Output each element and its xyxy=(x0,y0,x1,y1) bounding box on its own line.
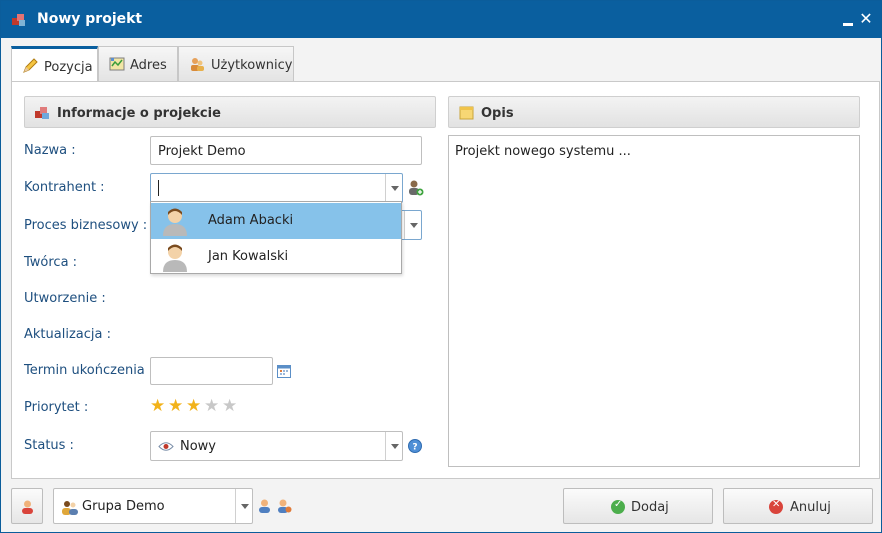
group-combo[interactable]: Grupa Demo xyxy=(53,488,253,524)
name-field[interactable]: Projekt Demo xyxy=(150,136,422,165)
description-header: Opis xyxy=(448,96,860,128)
window-title: Nowy projekt xyxy=(37,11,143,27)
contractor-dropdown-list: Adam Abacki Jan Kowalski xyxy=(150,201,402,274)
name-value: Projekt Demo xyxy=(158,144,246,159)
project-info-title: Informacje o projekcie xyxy=(57,106,221,121)
star-icon-2[interactable]: ★ xyxy=(168,398,183,415)
minimize-button[interactable] xyxy=(843,23,853,26)
group-icon xyxy=(62,501,78,515)
business-process-dropdown-arrow[interactable] xyxy=(404,211,421,239)
name-label: Nazwa : xyxy=(24,143,76,158)
status-combo[interactable]: Nowy xyxy=(150,431,403,461)
tab-address[interactable]: Adres xyxy=(98,46,178,82)
user-blue-icon[interactable] xyxy=(257,498,272,513)
star-icon-1[interactable]: ★ xyxy=(150,398,165,415)
status-value: Nowy xyxy=(180,439,217,454)
description-title: Opis xyxy=(481,106,514,121)
cancel-button-label: Anuluj xyxy=(790,500,831,515)
add-contractor-icon[interactable] xyxy=(407,179,424,196)
add-button-label: Dodaj xyxy=(631,500,669,515)
dropdown-option-label: Adam Abacki xyxy=(208,213,294,228)
dropdown-option-adam-abacki[interactable]: Adam Abacki xyxy=(151,203,401,239)
author-label: Twórca : xyxy=(24,255,78,270)
help-icon[interactable]: ? xyxy=(408,439,422,453)
cancel-glyph: ✕ xyxy=(772,499,781,510)
created-label: Utworzenie : xyxy=(24,291,106,306)
updated-label: Aktualizacja : xyxy=(24,327,111,342)
description-textarea[interactable]: Projekt nowego systemu ... xyxy=(448,135,860,467)
priority-label: Priorytet : xyxy=(24,400,89,415)
tab-address-label: Adres xyxy=(130,58,167,73)
pencil-icon xyxy=(23,58,38,73)
description-text: Projekt nowego systemu ... xyxy=(455,144,631,159)
tab-position-label: Pozycja xyxy=(44,60,93,75)
status-label: Status : xyxy=(24,438,74,453)
contractor-combo[interactable] xyxy=(150,173,403,203)
star-icon-3[interactable]: ★ xyxy=(186,398,201,415)
tab-position[interactable]: Pozycja xyxy=(11,46,98,83)
user-avatar-icon xyxy=(163,208,187,236)
checkmark-glyph: ✓ xyxy=(614,499,623,510)
dropdown-option-label: Jan Kowalski xyxy=(208,249,289,264)
close-button[interactable]: ✕ xyxy=(859,10,873,28)
dropdown-option-jan-kowalski[interactable]: Jan Kowalski xyxy=(151,239,401,275)
star-icon-4[interactable]: ★ xyxy=(204,398,219,415)
users-icon xyxy=(191,58,204,71)
boxes-icon xyxy=(35,107,49,119)
contractor-dropdown-arrow[interactable] xyxy=(385,174,402,202)
user-avatar-icon xyxy=(163,244,187,272)
calendar-icon[interactable] xyxy=(277,364,291,378)
title-bar: Nowy projekt ✕ xyxy=(1,1,881,38)
add-button[interactable]: ✓ Dodaj xyxy=(563,488,713,524)
owner-user-button[interactable] xyxy=(11,488,43,524)
eye-icon xyxy=(158,442,174,451)
text-cursor xyxy=(158,180,159,196)
contractor-label: Kontrahent : xyxy=(24,180,105,195)
project-icon xyxy=(12,14,25,26)
map-icon xyxy=(109,57,125,71)
new-project-window: Nowy projekt ✕ Pozycja Adres Użytkownicy… xyxy=(0,0,882,533)
user-settings-icon[interactable] xyxy=(276,498,292,513)
status-dropdown-arrow[interactable] xyxy=(385,432,402,460)
star-icon-5[interactable]: ★ xyxy=(222,398,237,415)
cancel-button[interactable]: ✕ Anuluj xyxy=(723,488,873,524)
project-info-header: Informacje o projekcie xyxy=(24,96,436,128)
note-icon xyxy=(459,106,474,120)
group-dropdown-arrow[interactable] xyxy=(235,489,252,523)
group-value: Grupa Demo xyxy=(82,499,165,514)
user-red-icon xyxy=(22,500,33,514)
tab-users-label: Użytkownicy xyxy=(211,58,293,73)
tab-users[interactable]: Użytkownicy xyxy=(178,46,294,82)
deadline-field[interactable] xyxy=(150,357,273,385)
deadline-label: Termin ukończenia : xyxy=(24,363,154,378)
business-process-label: Proces biznesowy : xyxy=(24,218,148,233)
svg-text:?: ? xyxy=(412,443,417,453)
